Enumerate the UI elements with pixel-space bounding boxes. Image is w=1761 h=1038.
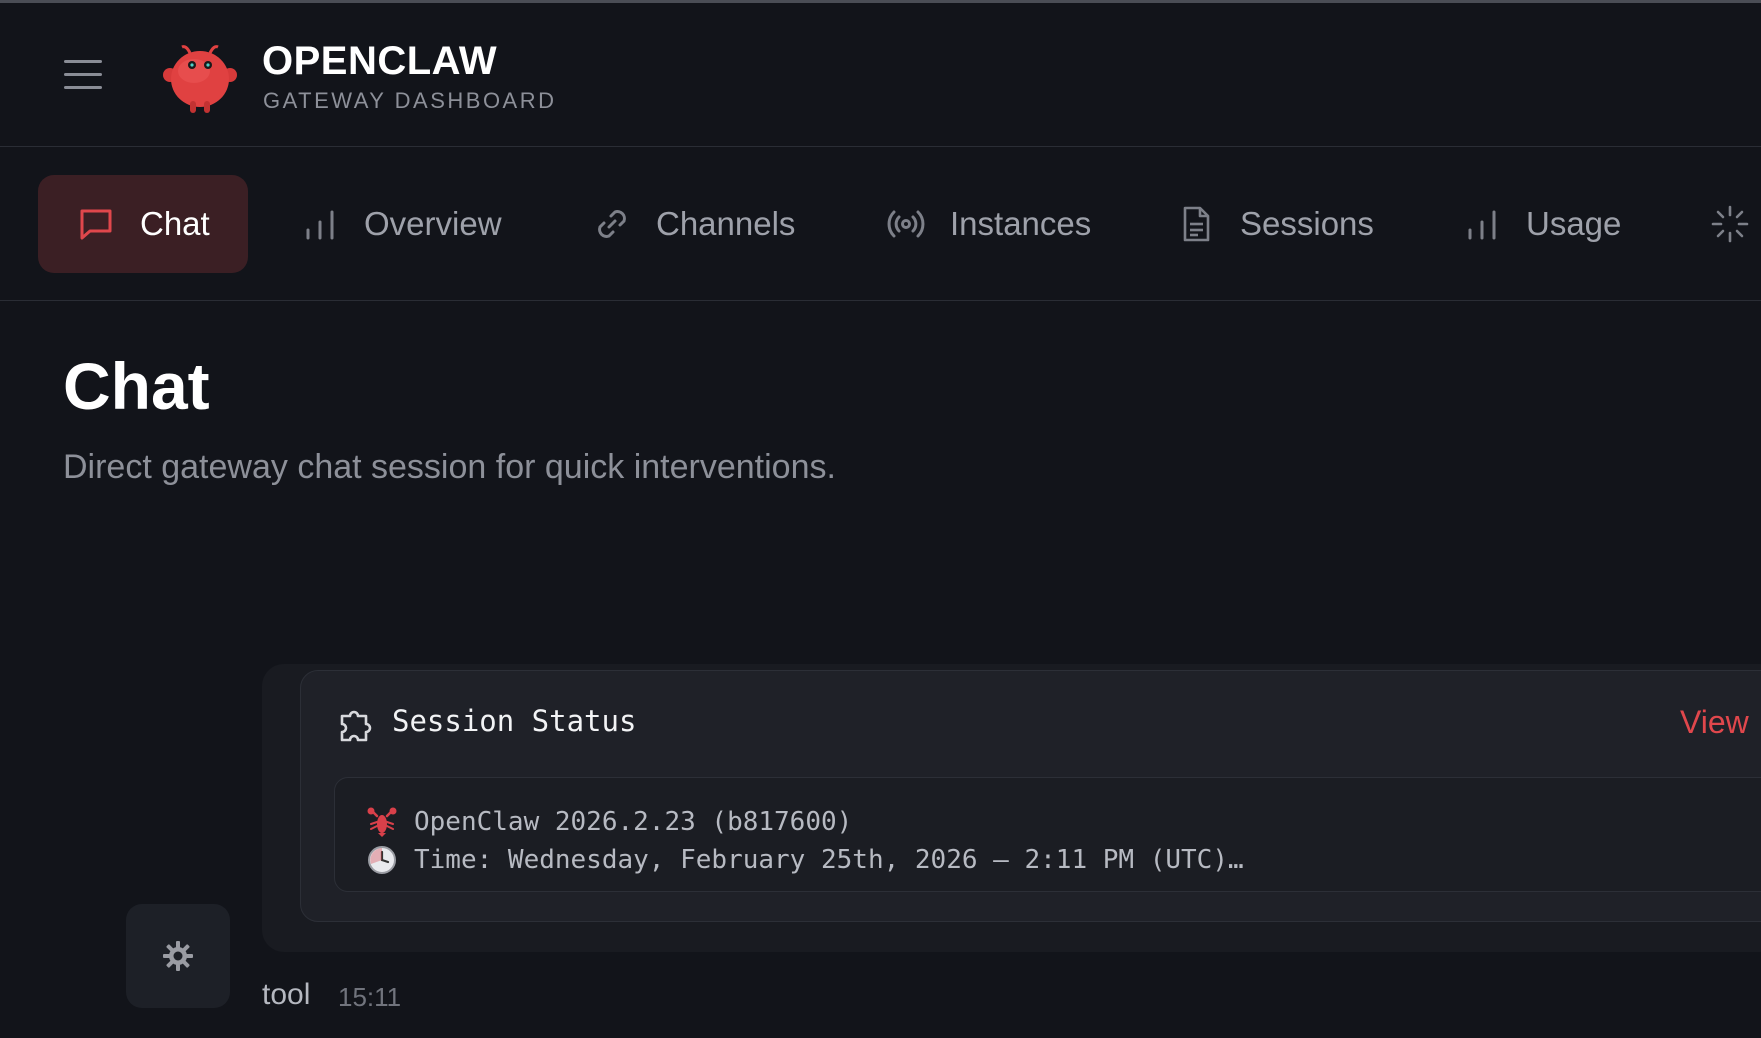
tab-overview[interactable]: Overview	[300, 175, 502, 273]
tab-channels[interactable]: Channels	[592, 175, 795, 273]
tab-chat[interactable]: Chat	[38, 175, 248, 273]
broadcast-icon	[887, 210, 925, 238]
tab-sessions[interactable]: Sessions	[1176, 175, 1374, 273]
app-header: OPENCLAW GATEWAY DASHBOARD	[0, 3, 1761, 147]
tab-label: Instances	[950, 205, 1092, 242]
menu-line-icon	[64, 86, 102, 89]
tab-label: Sessions	[1240, 205, 1374, 242]
tab-label: Usage	[1526, 205, 1622, 242]
tool-avatar	[126, 904, 230, 1008]
tab-usage[interactable]: Usage	[1462, 175, 1621, 273]
link-icon	[598, 210, 626, 238]
status-line: OpenClaw 2026.2.23 (b817600)	[366, 806, 852, 838]
app-title: OPENCLAW	[262, 39, 498, 83]
chat-bubble-icon	[80, 209, 112, 240]
openclaw-logo-icon	[163, 45, 237, 113]
gear-icon	[163, 941, 193, 971]
puzzle-icon	[340, 710, 372, 742]
tab-instances[interactable]: Instances	[886, 175, 1091, 273]
document-icon	[1183, 206, 1210, 242]
loader-icon	[1711, 205, 1749, 243]
tab-label: Channels	[656, 205, 796, 242]
app-subtitle: GATEWAY DASHBOARD	[263, 88, 557, 113]
message-timestamp: 15:11	[338, 982, 402, 1012]
bar-chart-icon	[1468, 210, 1496, 240]
bar-chart-icon	[306, 210, 334, 240]
tab-more[interactable]	[1710, 175, 1761, 273]
lobster-icon	[367, 807, 397, 837]
nav-tabs: Chat Overview Channels Instances Session…	[0, 147, 1761, 301]
tab-label: Overview	[364, 205, 502, 242]
page-title: Chat	[63, 349, 210, 423]
status-line-text: OpenClaw 2026.2.23 (b817600)	[414, 807, 853, 837]
clock-icon	[368, 846, 396, 874]
page-subtitle: Direct gateway chat session for quick in…	[63, 448, 836, 486]
tab-label: Chat	[140, 205, 210, 242]
status-line-text: Time: Wednesday, February 25th, 2026 — 2…	[414, 845, 1244, 875]
menu-line-icon	[64, 60, 102, 63]
message-sender: tool	[262, 978, 311, 1011]
status-line: Time: Wednesday, February 25th, 2026 — 2…	[366, 844, 1244, 876]
view-button[interactable]: View	[1680, 704, 1749, 741]
hamburger-menu-button[interactable]	[60, 55, 106, 95]
menu-line-icon	[64, 73, 102, 76]
card-title: Session Status	[392, 704, 637, 738]
